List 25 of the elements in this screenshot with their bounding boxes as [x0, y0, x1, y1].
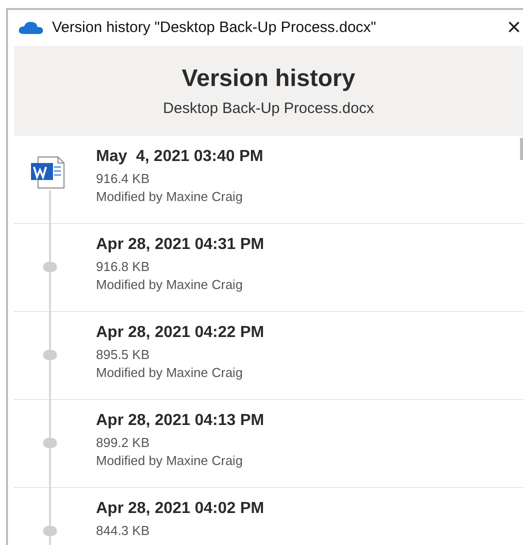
file-size: 916.8 KB: [96, 258, 150, 276]
version-date: Apr 28, 2021 04:02 PM: [96, 499, 264, 519]
version-item[interactable]: Apr 28, 2021 04:13 PM 899.2 KB Modified by Maxine Craig: [14, 400, 523, 488]
panel-title: Version history: [182, 66, 356, 90]
version-date: May 4, 2021 03:40 PM: [96, 147, 264, 167]
cloud-icon: [18, 21, 44, 35]
file-size: 895.5 KB: [96, 346, 150, 364]
file-size: 844.3 KB: [96, 522, 150, 540]
file-size: 899.2 KB: [96, 434, 150, 452]
version-item[interactable]: Apr 28, 2021 04:31 PM 916.8 KB Modified by Maxine Craig: [14, 224, 523, 312]
modified-by: Modified by Maxine Craig: [96, 188, 244, 206]
file-name: Desktop Back-Up Process.docx: [163, 100, 374, 116]
version-date: Apr 28, 2021 04:22 PM: [96, 323, 264, 343]
scrollbar-thumb[interactable]: [520, 138, 523, 160]
file-size: 916.4 KB: [96, 170, 150, 188]
version-item[interactable]: Apr 28, 2021 04:02 PM 844.3 KB: [14, 488, 523, 545]
window-title: Version history "Desktop Back-Up Process.docx": [52, 18, 376, 38]
version-item[interactable]: Apr 28, 2021 04:22 PM 895.5 KB Modified by Maxine Craig: [14, 312, 523, 400]
modified-by: Modified by Maxine Craig: [96, 364, 244, 382]
close-button[interactable]: ×: [506, 16, 521, 40]
version-date: Apr 28, 2021 04:13 PM: [96, 411, 264, 431]
version-item[interactable]: May 4, 2021 03:40 PM 916.4 KB Modified by Maxine Craig: [14, 136, 523, 224]
version-date: Apr 28, 2021 04:31 PM: [96, 235, 264, 255]
modified-by: Modified by Maxine Craig: [96, 276, 244, 294]
modified-by: Modified by Maxine Craig: [96, 452, 244, 470]
